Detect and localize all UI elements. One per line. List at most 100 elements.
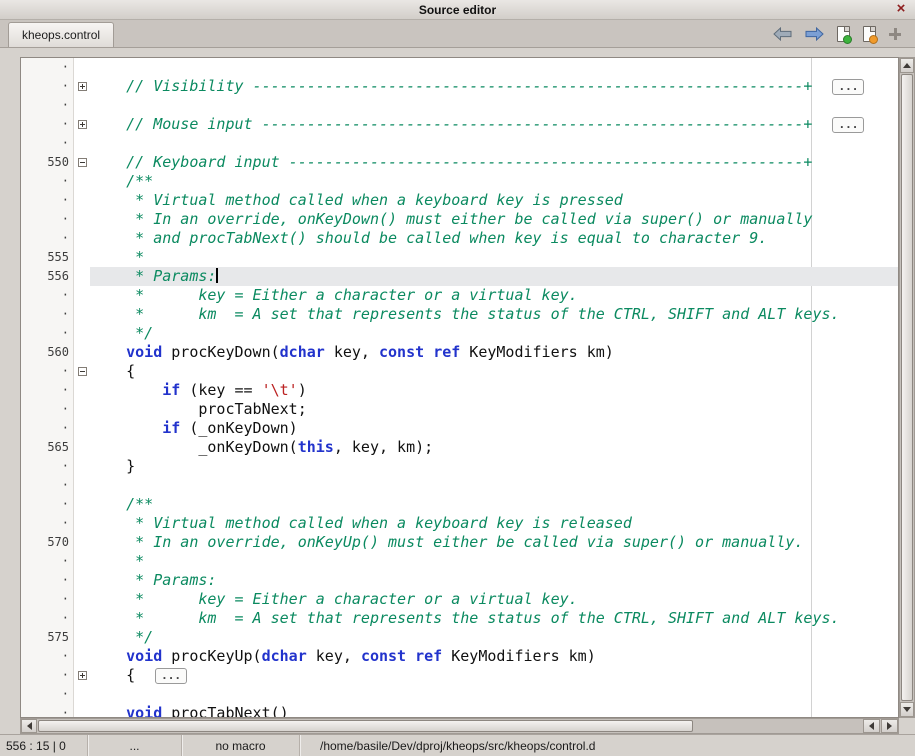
code-text[interactable]: */ [90,324,898,343]
code-line[interactable]: · void procKeyUp(dchar key, const ref Ke… [21,647,898,666]
code-text[interactable] [90,476,898,495]
code-line[interactable]: · // Mouse input -----------------------… [21,115,898,134]
fold-ellipsis[interactable]: ... [155,668,187,684]
code-line[interactable]: · if (_onKeyDown) [21,419,898,438]
code-text[interactable]: } [90,457,898,476]
scroll-up-button[interactable] [900,58,914,73]
code-text[interactable]: * km = A set that represents the status … [90,609,898,628]
code-text[interactable]: procTabNext; [90,400,898,419]
code-line[interactable]: · if (key == '\t') [21,381,898,400]
fold-collapse-icon[interactable] [78,158,87,167]
code-text[interactable]: * key = Either a character or a virtual … [90,286,898,305]
code-text[interactable]: * In an override, onKeyUp() must either … [90,533,898,552]
code-line[interactable]: 555 * [21,248,898,267]
code-text[interactable]: // Keyboard input ----------------------… [90,153,898,172]
code-line[interactable]: · * Params: [21,571,898,590]
detach-button[interactable] [889,28,901,40]
fold-ellipsis[interactable]: ... [832,79,864,95]
code-line[interactable]: · [21,685,898,704]
code-editor[interactable]: ·· // Visibility -----------------------… [20,57,899,718]
code-text[interactable]: * Virtual method called when a keyboard … [90,514,898,533]
fold-collapse-icon[interactable] [78,367,87,376]
scroll-down-button[interactable] [900,702,914,717]
fold-expand-icon[interactable] [78,671,87,680]
code-text[interactable]: {... [90,666,898,685]
code-line[interactable]: · * km = A set that represents the statu… [21,609,898,628]
code-line[interactable]: · } [21,457,898,476]
code-text[interactable]: /** [90,172,898,191]
code-line[interactable]: · [21,58,898,77]
code-line[interactable]: · */ [21,324,898,343]
document-orange-button[interactable] [863,26,876,42]
close-button[interactable]: × [893,1,909,17]
code-line[interactable]: · [21,134,898,153]
fold-margin [74,343,90,362]
go-forward-button[interactable] [805,27,824,41]
v-scroll-thumb[interactable] [901,74,913,701]
code-text[interactable]: * key = Either a character or a virtual … [90,590,898,609]
fold-expand-icon[interactable] [78,120,87,129]
code-text[interactable]: void procTabNext() [90,704,898,718]
code-text[interactable]: * [90,552,898,571]
code-text[interactable]: * Params: [90,571,898,590]
code-line[interactable]: · * km = A set that represents the statu… [21,305,898,324]
code-text[interactable]: void procKeyDown(dchar key, const ref Ke… [90,343,898,362]
code-text[interactable]: */ [90,628,898,647]
v-scrollbar[interactable] [899,57,915,718]
code-text[interactable]: * and procTabNext() should be called whe… [90,229,898,248]
code-text[interactable]: * Virtual method called when a keyboard … [90,191,898,210]
code-text[interactable]: if (_onKeyDown) [90,419,898,438]
code-text[interactable] [90,58,898,77]
code-line[interactable]: 565 _onKeyDown(this, key, km); [21,438,898,457]
code-line[interactable]: 556 * Params: [21,267,898,286]
code-text[interactable]: * In an override, onKeyDown() must eithe… [90,210,898,229]
code-text[interactable]: /** [90,495,898,514]
code-line[interactable]: · * [21,552,898,571]
code-text[interactable]: { [90,362,898,381]
code-text[interactable]: * km = A set that represents the status … [90,305,898,324]
document-green-button[interactable] [837,26,850,42]
code-line[interactable]: · void procTabNext() [21,704,898,718]
code-line[interactable]: · /** [21,172,898,191]
code-line[interactable]: · [21,96,898,115]
code-line[interactable]: · /** [21,495,898,514]
code-line[interactable]: 570 * In an override, onKeyUp() must eit… [21,533,898,552]
h-scroll-thumb[interactable] [38,720,693,732]
code-line[interactable]: · * Virtual method called when a keyboar… [21,514,898,533]
scroll-right-button[interactable] [881,719,898,733]
code-token: (_onKeyDown) [180,419,297,437]
code-text[interactable]: * [90,248,898,267]
code-text[interactable]: _onKeyDown(this, key, km); [90,438,898,457]
h-scrollbar[interactable] [20,718,899,734]
code-line[interactable]: · * key = Either a character or a virtua… [21,286,898,305]
code-text[interactable] [90,96,898,115]
code-line[interactable]: · {... [21,666,898,685]
code-line[interactable]: · [21,476,898,495]
code-line[interactable]: · * In an override, onKeyDown() must eit… [21,210,898,229]
scroll-left-button[interactable] [21,719,37,733]
go-back-button[interactable] [773,27,792,41]
code-line[interactable]: · * key = Either a character or a virtua… [21,590,898,609]
code-text[interactable] [90,685,898,704]
tab-kheops-control[interactable]: kheops.control [8,22,114,47]
fold-expand-icon[interactable] [78,82,87,91]
code-line[interactable]: · * Virtual method called when a keyboar… [21,191,898,210]
code-line[interactable]: 575 */ [21,628,898,647]
code-text[interactable]: // Mouse input -------------------------… [90,115,898,134]
code-text[interactable]: if (key == '\t') [90,381,898,400]
code-token: key, [325,343,379,361]
code-text[interactable] [90,134,898,153]
code-line[interactable]: · { [21,362,898,381]
fold-margin [74,514,90,533]
window-titlebar[interactable]: Source editor × [0,0,915,20]
code-text[interactable]: * Params: [90,267,898,286]
code-text[interactable]: // Visibility --------------------------… [90,77,898,96]
code-text[interactable]: void procKeyUp(dchar key, const ref KeyM… [90,647,898,666]
code-line[interactable]: 560 void procKeyDown(dchar key, const re… [21,343,898,362]
code-line[interactable]: · // Visibility ------------------------… [21,77,898,96]
fold-ellipsis[interactable]: ... [832,117,864,133]
code-line[interactable]: · procTabNext; [21,400,898,419]
code-line[interactable]: · * and procTabNext() should be called w… [21,229,898,248]
scroll-left-secondary-button[interactable] [863,719,880,733]
code-line[interactable]: 550 // Keyboard input ------------------… [21,153,898,172]
